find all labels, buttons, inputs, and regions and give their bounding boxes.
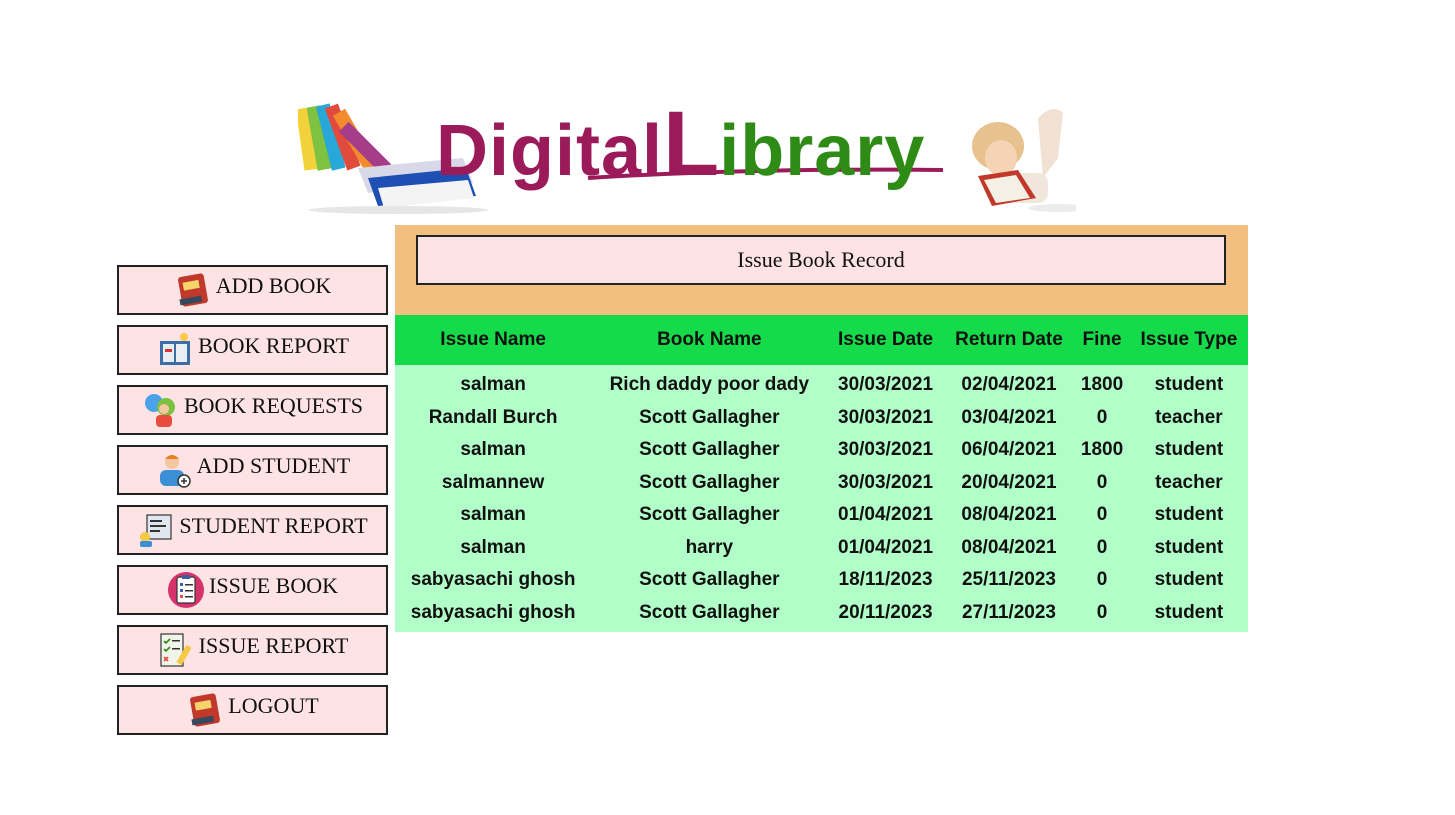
cell-return-date: 02/04/2021 (961, 374, 1057, 396)
cell-issue-type: student (1154, 536, 1224, 558)
column-header-fine: Fine (1082, 329, 1122, 350)
cell-issue-name: salmannew (441, 471, 545, 493)
cell-return-date: 25/11/2023 (961, 569, 1056, 591)
cell-book-name: harry (685, 536, 734, 558)
add-book-label: ADD BOOK (215, 273, 332, 298)
book-icon (186, 691, 224, 729)
column-header-issue-name: Issue Name (440, 329, 546, 350)
table-row: salman harry 01/04/2021 08/04/2021 0 stu… (395, 532, 1248, 565)
table-row: sabyasachi ghosh Scott Gallagher 18/11/2… (395, 564, 1248, 597)
cell-issue-type: student (1154, 601, 1224, 623)
cell-fine: 0 (1096, 471, 1108, 493)
column-header-book-name: Book Name (657, 329, 762, 350)
cell-issue-name: salman (460, 536, 526, 558)
cell-fine: 0 (1096, 601, 1108, 623)
cell-issue-date: 30/03/2021 (838, 471, 934, 493)
issue-report-label: ISSUE REPORT (198, 633, 349, 658)
cell-fine: 0 (1096, 536, 1108, 558)
cell-fine: 1800 (1080, 374, 1124, 396)
cell-issue-date: 01/04/2021 (838, 504, 934, 526)
logo-ibrary: ibrary (719, 111, 926, 191)
issue-records-table: Issue Name Book Name Issue Date Return D… (395, 315, 1248, 632)
column-header-return-date: Return Date (955, 329, 1063, 350)
cell-issue-date: 01/04/2021 (838, 536, 934, 558)
cell-fine: 0 (1096, 569, 1108, 591)
logo-digital: Digital (436, 111, 664, 191)
book-icon (174, 271, 212, 309)
add-book-button[interactable]: ADD BOOK (117, 265, 388, 315)
cell-return-date: 20/04/2021 (961, 471, 1057, 493)
cell-book-name: Scott Gallagher (639, 439, 780, 461)
sidebar-nav: ADD BOOK BOOK REPORT BOOK REQUESTS ADD S… (117, 265, 388, 745)
book-requests-button[interactable]: BOOK REQUESTS (117, 385, 388, 435)
cell-return-date: 27/11/2023 (961, 601, 1056, 623)
table-row: salman Scott Gallagher 30/03/2021 06/04/… (395, 434, 1248, 467)
table-row: salman Scott Gallagher 01/04/2021 08/04/… (395, 499, 1248, 532)
cell-issue-type: teacher (1155, 471, 1223, 493)
table-body: salman Rich daddy poor dady 30/03/2021 0… (395, 365, 1248, 632)
cell-issue-type: student (1154, 504, 1224, 526)
cell-book-name: Rich daddy poor dady (609, 374, 810, 396)
main-panel: Issue Book Record Issue Name Book Name I… (395, 225, 1248, 632)
cell-issue-type: student (1154, 374, 1224, 396)
logout-button[interactable]: LOGOUT (117, 685, 388, 735)
cell-issue-name: Randall Burch (428, 406, 558, 428)
book-report-button[interactable]: BOOK REPORT (117, 325, 388, 375)
column-header-issue-type: Issue Type (1140, 329, 1238, 350)
table-row: sabyasachi ghosh Scott Gallagher 20/11/2… (395, 597, 1248, 633)
table-row: salman Rich daddy poor dady 30/03/2021 0… (395, 365, 1248, 402)
logo-L: L (663, 93, 720, 195)
table-header-row: Issue Name Book Name Issue Date Return D… (395, 315, 1248, 365)
issue-book-button[interactable]: ISSUE BOOK (117, 565, 388, 615)
clipboard-icon (167, 571, 205, 609)
cell-return-date: 06/04/2021 (961, 439, 1057, 461)
cell-issue-name: salman (460, 374, 526, 396)
cell-return-date: 08/04/2021 (961, 536, 1057, 558)
issue-book-label: ISSUE BOOK (209, 573, 338, 598)
cell-book-name: Scott Gallagher (639, 504, 780, 526)
cell-return-date: 03/04/2021 (961, 406, 1057, 428)
cell-issue-type: student (1154, 569, 1224, 591)
cell-issue-name: salman (460, 439, 526, 461)
cell-issue-type: teacher (1155, 406, 1223, 428)
cell-issue-name: salman (460, 504, 526, 526)
issue-report-button[interactable]: ISSUE REPORT (117, 625, 388, 675)
cell-issue-date: 18/11/2023 (838, 569, 933, 591)
checklist-icon (157, 631, 195, 669)
users-icon (142, 391, 180, 429)
column-header-issue-date: Issue Date (838, 329, 934, 350)
add-student-label: ADD STUDENT (196, 453, 351, 478)
cell-book-name: Scott Gallagher (639, 406, 780, 428)
cell-fine: 0 (1096, 406, 1108, 428)
cell-issue-type: student (1154, 439, 1224, 461)
cell-book-name: Scott Gallagher (639, 569, 780, 591)
book-requests-label: BOOK REQUESTS (183, 393, 364, 418)
cell-issue-name: sabyasachi ghosh (410, 601, 576, 623)
student-report-icon (137, 511, 175, 549)
cell-book-name: Scott Gallagher (639, 601, 780, 623)
book-report-icon (156, 331, 194, 369)
cell-fine: 1800 (1080, 439, 1124, 461)
student-report-label: STUDENT REPORT (179, 513, 368, 538)
student-report-button[interactable]: STUDENT REPORT (117, 505, 388, 555)
book-report-label: BOOK REPORT (198, 333, 349, 358)
table-row: Randall Burch Scott Gallagher 30/03/2021… (395, 402, 1248, 435)
cell-fine: 0 (1096, 504, 1108, 526)
logo-text: DigitalLibrary (436, 98, 925, 190)
banner-logo: DigitalLibrary (298, 98, 1076, 215)
logout-label: LOGOUT (228, 693, 319, 718)
add-user-icon (155, 451, 193, 489)
page-title: Issue Book Record (416, 235, 1226, 285)
add-student-button[interactable]: ADD STUDENT (117, 445, 388, 495)
cell-issue-date: 30/03/2021 (838, 406, 934, 428)
cell-return-date: 08/04/2021 (961, 504, 1057, 526)
cell-issue-date: 30/03/2021 (838, 374, 934, 396)
title-bar: Issue Book Record (395, 225, 1248, 315)
cell-issue-date: 30/03/2021 (838, 439, 934, 461)
cell-book-name: Scott Gallagher (639, 471, 780, 493)
cell-issue-date: 20/11/2023 (838, 601, 933, 623)
table-row: salmannew Scott Gallagher 30/03/2021 20/… (395, 467, 1248, 500)
cell-issue-name: sabyasachi ghosh (410, 569, 576, 591)
